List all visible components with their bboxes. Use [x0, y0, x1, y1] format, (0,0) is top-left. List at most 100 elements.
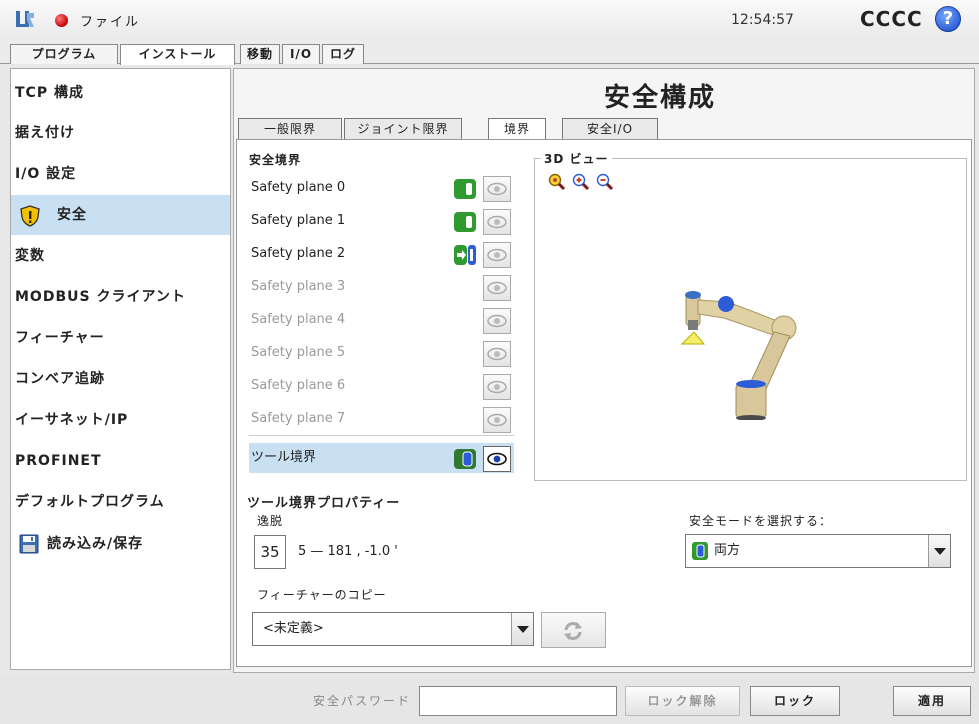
- visibility-toggle[interactable]: [483, 341, 511, 367]
- plane-label: Safety plane 7: [251, 411, 346, 426]
- plane-label: Safety plane 0: [251, 180, 346, 195]
- safety-plane-row[interactable]: Safety plane 5: [249, 338, 514, 368]
- safety-mode-label: 安全モードを選択する：: [689, 514, 833, 528]
- sidebar-item-label: I/O 設定: [15, 166, 77, 182]
- sidebar-item-modbus[interactable]: MODBUS クライアント: [11, 277, 230, 317]
- bottom-bar: 安全パスワード ロック解除 ロック 適用: [0, 676, 979, 724]
- sidebar-item-label: デフォルトプログラム: [15, 494, 165, 510]
- eye-icon: [487, 182, 507, 196]
- visibility-toggle[interactable]: [483, 176, 511, 202]
- 3d-view-label: 3D ビュー: [541, 150, 612, 167]
- copy-feature-button[interactable]: [541, 612, 606, 648]
- apply-button[interactable]: 適用: [893, 686, 971, 716]
- sidebar-item-ethernet-ip[interactable]: イーサネット/IP: [11, 400, 230, 440]
- warning-shield-icon: [20, 205, 40, 227]
- sidebar-item-default-program[interactable]: デフォルトプログラム: [11, 482, 230, 522]
- top-tab-bar: プログラム インストール 移動 I/O ログ: [0, 40, 979, 65]
- safety-plane-row[interactable]: Safety plane 1: [249, 206, 514, 236]
- sidebar-item-io-setup[interactable]: I/O 設定: [11, 154, 230, 194]
- eye-icon: [487, 215, 507, 229]
- tab-installation[interactable]: インストール: [120, 44, 235, 65]
- visibility-toggle[interactable]: [483, 446, 511, 472]
- safety-mode-value: 両方: [714, 543, 741, 558]
- tab-move[interactable]: 移動: [240, 44, 280, 64]
- toggle-blue-icon: [692, 542, 708, 560]
- deviation-input[interactable]: 35: [254, 535, 286, 569]
- sidebar-item-conveyor[interactable]: コンベア追跡: [11, 359, 230, 399]
- sidebar-item-label: 変数: [15, 248, 45, 264]
- safety-plane-row[interactable]: Safety plane 4: [249, 305, 514, 335]
- deviation-label: 逸脱: [257, 514, 284, 528]
- eye-icon: [487, 452, 507, 466]
- safety-plane-row[interactable]: Safety plane 6: [249, 371, 514, 401]
- visibility-toggle[interactable]: [483, 275, 511, 301]
- sidebar-item-load-save[interactable]: 読み込み/保存: [11, 524, 230, 564]
- sidebar-item-label: MODBUS クライアント: [15, 289, 186, 305]
- zoom-out-icon[interactable]: [596, 173, 614, 191]
- eye-icon: [487, 314, 507, 328]
- refresh-icon: [564, 622, 582, 640]
- tool-boundary-label: ツール境界: [251, 450, 317, 465]
- sidebar-item-label: 読み込み/保存: [47, 536, 144, 552]
- safety-plane-row[interactable]: Safety plane 2: [249, 239, 514, 269]
- page-title: 安全構成: [603, 83, 716, 113]
- plane-label: Safety plane 6: [251, 378, 346, 393]
- subtab-safety-io[interactable]: 安全I/O: [562, 118, 658, 140]
- safety-plane-row[interactable]: Safety plane 7: [249, 404, 514, 434]
- safety-plane-row[interactable]: Safety plane 0: [249, 173, 514, 203]
- toggle-green-icon[interactable]: [454, 178, 476, 200]
- subtab-boundaries[interactable]: 境界: [488, 118, 546, 141]
- sidebar-item-safety[interactable]: 安全: [11, 195, 230, 235]
- file-menu[interactable]: ファイル: [80, 11, 140, 30]
- tab-program[interactable]: プログラム: [10, 44, 118, 64]
- visibility-toggle[interactable]: [483, 308, 511, 334]
- eye-icon: [487, 413, 507, 427]
- trigger-reduced-icon[interactable]: [454, 244, 476, 266]
- sidebar-item-mounting[interactable]: 据え付け: [11, 113, 230, 153]
- deviation-range: 5 — 181 , -1.0 ': [298, 544, 398, 559]
- installation-sidebar: TCP 構成 据え付け I/O 設定 安全 変数 MODBUS クライアント フ…: [10, 68, 231, 670]
- help-button[interactable]: ?: [935, 6, 961, 32]
- sidebar-item-profinet[interactable]: PROFINET: [11, 441, 230, 481]
- sidebar-item-label: TCP 構成: [15, 85, 84, 101]
- sidebar-item-label: 安全: [57, 207, 87, 223]
- floppy-disk-icon: [19, 534, 39, 554]
- sidebar-item-label: 据え付け: [15, 125, 75, 141]
- clock: 12:54:57: [731, 12, 794, 28]
- sidebar-item-features[interactable]: フィーチャー: [11, 318, 230, 358]
- unlock-button[interactable]: ロック解除: [625, 686, 740, 716]
- sidebar-item-label: フィーチャー: [15, 330, 105, 346]
- plane-label: Safety plane 2: [251, 246, 346, 261]
- lock-button[interactable]: ロック: [750, 686, 840, 716]
- toggle-blue-icon[interactable]: [454, 448, 476, 470]
- chevron-down-icon[interactable]: [928, 535, 950, 567]
- plane-label: Safety plane 5: [251, 345, 346, 360]
- feature-copy-select[interactable]: <未定義>: [252, 612, 534, 646]
- sidebar-item-tcp[interactable]: TCP 構成: [11, 73, 230, 113]
- eye-icon: [487, 347, 507, 361]
- tab-io[interactable]: I/O: [282, 44, 320, 64]
- tool-boundary-row[interactable]: ツール境界: [249, 443, 514, 473]
- password-input[interactable]: [419, 686, 617, 716]
- plane-label: Safety plane 3: [251, 279, 346, 294]
- eye-icon: [487, 380, 507, 394]
- robot-arm-image: [680, 291, 797, 420]
- zoom-fit-icon[interactable]: [548, 173, 566, 191]
- chevron-down-icon[interactable]: [511, 613, 533, 645]
- safety-boundaries-heading: 安全境界: [249, 153, 302, 167]
- subtab-general-limits[interactable]: 一般限界: [238, 118, 342, 140]
- visibility-toggle[interactable]: [483, 209, 511, 235]
- toggle-green-icon[interactable]: [454, 211, 476, 233]
- subtab-joint-limits[interactable]: ジョイント限界: [344, 118, 462, 140]
- visibility-toggle[interactable]: [483, 374, 511, 400]
- visibility-toggle[interactable]: [483, 407, 511, 433]
- tab-log[interactable]: ログ: [322, 44, 364, 64]
- sidebar-item-label: PROFINET: [15, 453, 102, 469]
- safety-plane-row[interactable]: Safety plane 3: [249, 272, 514, 302]
- plane-label: Safety plane 1: [251, 213, 346, 228]
- sidebar-item-label: イーサネット/IP: [15, 412, 129, 428]
- visibility-toggle[interactable]: [483, 242, 511, 268]
- zoom-in-icon[interactable]: [572, 173, 590, 191]
- safety-mode-select[interactable]: 両方: [685, 534, 951, 568]
- sidebar-item-variables[interactable]: 変数: [11, 236, 230, 276]
